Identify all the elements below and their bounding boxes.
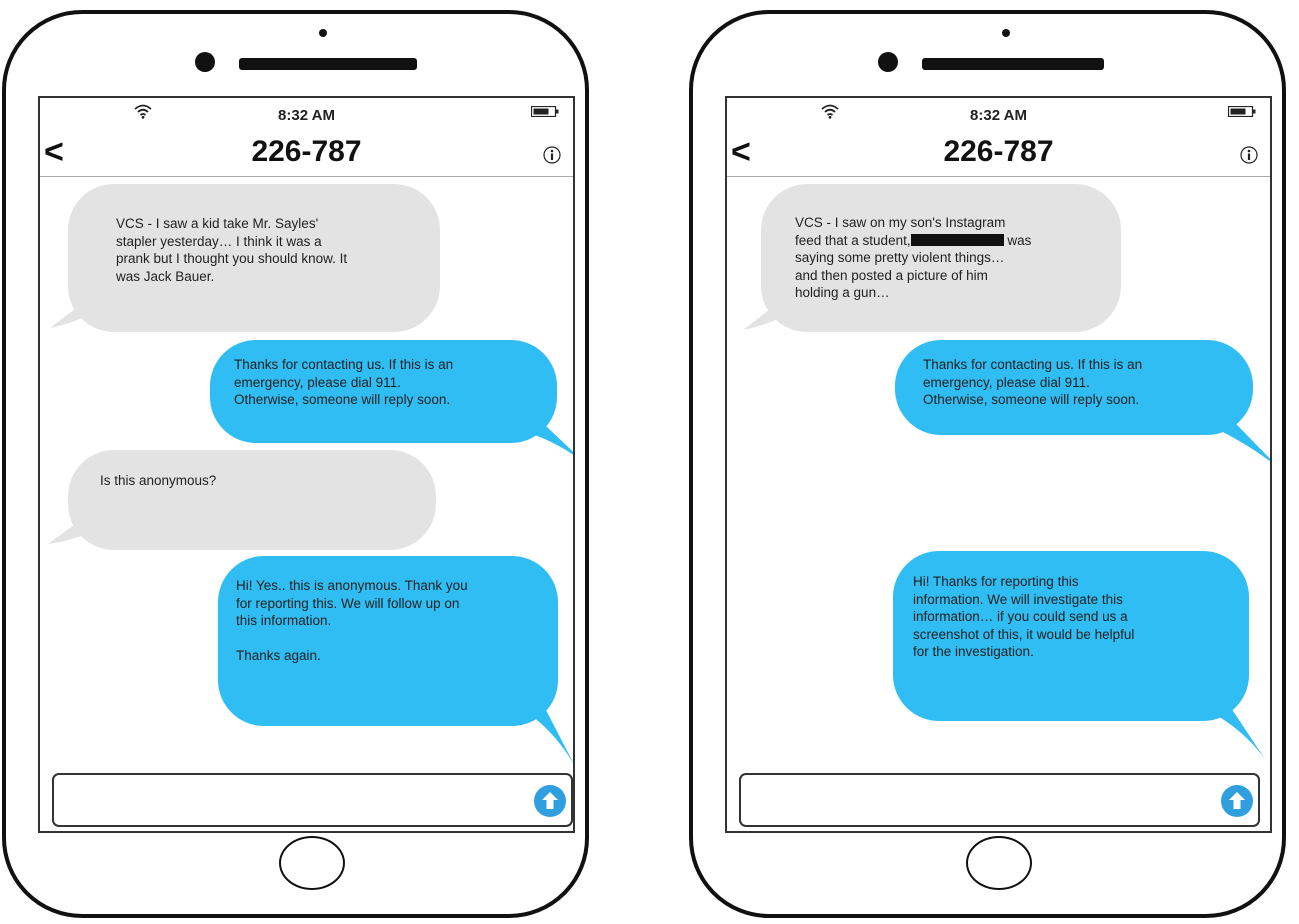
messages-screen: 8:32 AM < 226-787 VCS - I saw a kid take…: [38, 96, 575, 833]
contact-number: 226-787: [943, 135, 1054, 168]
message-text: Thanks for contacting us. If this is an …: [923, 357, 1143, 407]
message-bubble-incoming: Is this anonymous?: [48, 450, 436, 550]
message-bubble-outgoing: Thanks for contacting us. If this is an …: [895, 340, 1270, 462]
front-camera-icon: [1002, 29, 1010, 37]
phone-right: 8:32 AM < 226-787 VCS - I saw on my son'…: [689, 10, 1286, 918]
header-divider: [727, 176, 1270, 177]
message-text: Thanks for contacting us. If this is an …: [234, 357, 454, 407]
message-bubble-outgoing: Thanks for contacting us. If this is an …: [210, 340, 573, 455]
home-button[interactable]: [279, 836, 345, 890]
message-bubble-incoming: VCS - I saw on my son's Instagram feed t…: [743, 184, 1121, 332]
message-text: Hi! Yes.. this is anonymous. Thank you f…: [236, 578, 468, 663]
send-arrow-icon[interactable]: [533, 784, 567, 818]
redaction-bar: [910, 233, 1004, 246]
status-time: 8:32 AM: [278, 107, 335, 124]
message-input[interactable]: [52, 773, 573, 827]
info-icon[interactable]: [1240, 146, 1258, 164]
camera-lens-icon: [195, 52, 215, 72]
message-text: Is this anonymous?: [100, 473, 217, 488]
battery-icon: [531, 106, 559, 117]
camera-lens-icon: [878, 52, 898, 72]
message-bubble-incoming: VCS - I saw a kid take Mr. Sayles' stapl…: [50, 184, 440, 332]
message-text: Hi! Thanks for reporting this informatio…: [913, 574, 1135, 659]
home-button[interactable]: [966, 836, 1032, 890]
speaker-grille: [239, 58, 417, 70]
message-input[interactable]: [739, 773, 1260, 827]
front-camera-icon: [319, 29, 327, 37]
message-bubble-outgoing: Hi! Thanks for reporting this informatio…: [893, 551, 1265, 759]
battery-icon: [1228, 106, 1256, 117]
contact-number: 226-787: [251, 135, 362, 168]
messages-screen: 8:32 AM < 226-787 VCS - I saw on my son'…: [725, 96, 1272, 833]
message-bubble-outgoing: Hi! Yes.. this is anonymous. Thank you f…: [218, 556, 573, 763]
message-text: VCS - I saw on my son's Instagram feed t…: [795, 214, 1155, 302]
speaker-grille: [922, 58, 1104, 70]
send-arrow-icon[interactable]: [1220, 784, 1254, 818]
header-divider: [40, 176, 573, 177]
phone-left: 8:32 AM < 226-787 VCS - I saw a kid take…: [2, 10, 589, 918]
message-text: VCS - I saw a kid take Mr. Sayles' stapl…: [116, 216, 348, 284]
info-icon[interactable]: [543, 146, 561, 164]
status-time: 8:32 AM: [970, 107, 1027, 124]
